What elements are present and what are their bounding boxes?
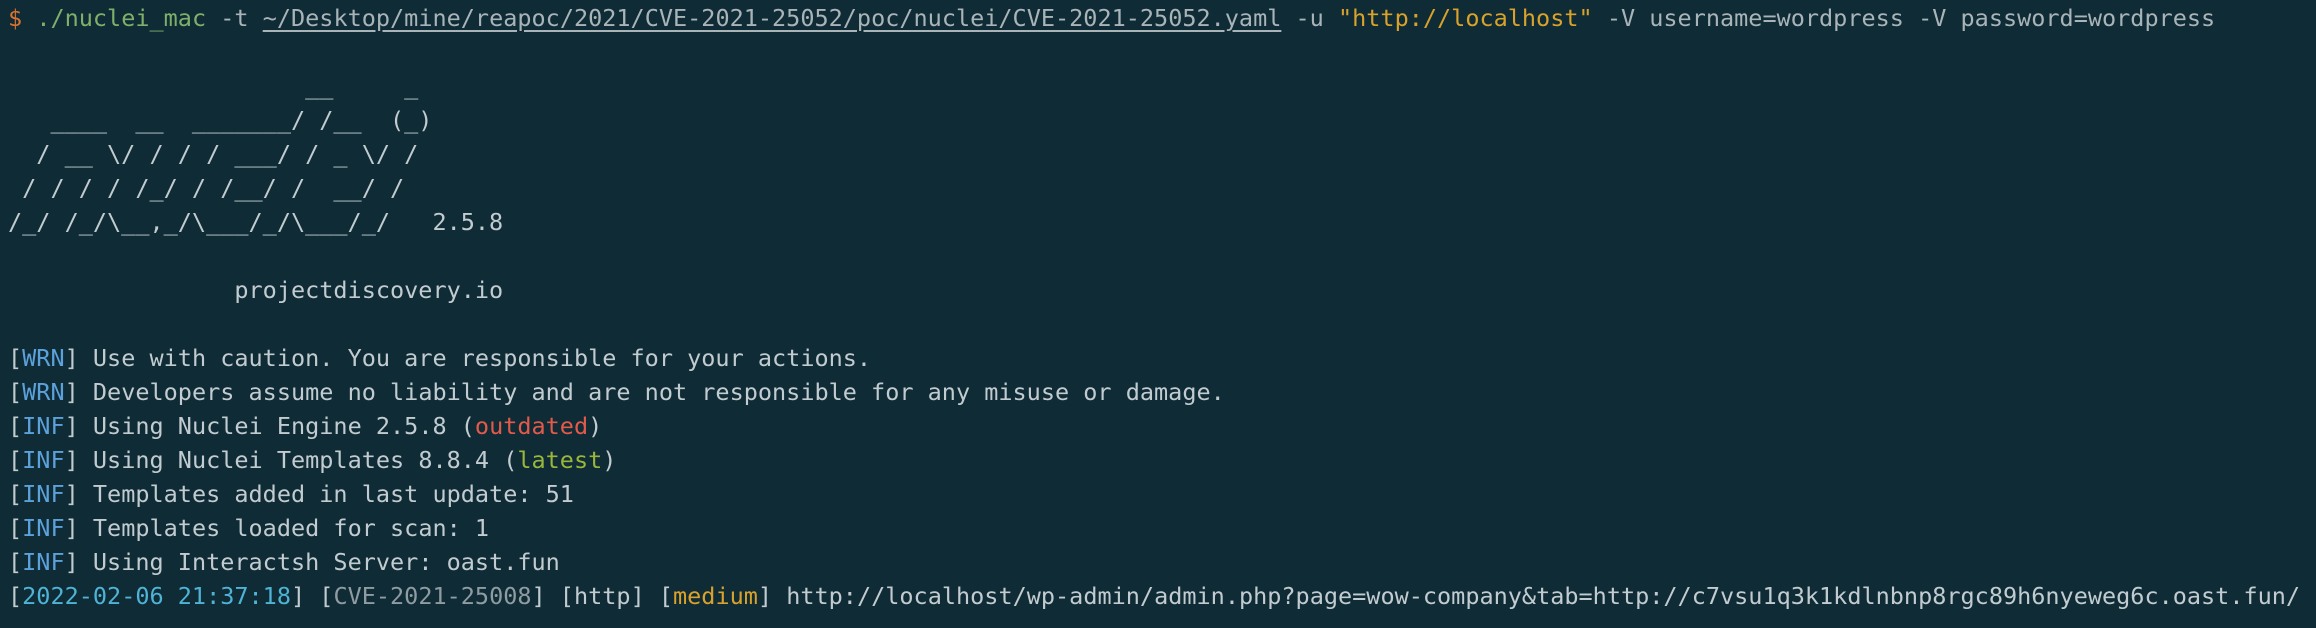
log-level-tag: INF xyxy=(22,548,65,576)
template-flag: -t xyxy=(220,4,249,32)
log-level-tag: INF xyxy=(22,480,65,508)
result-template-id: CVE-2021-25008 xyxy=(333,582,532,610)
log-line: [INF] Templates added in last update: 51 xyxy=(8,480,574,508)
log-line: [WRN] Developers assume no liability and… xyxy=(8,378,1225,406)
result-line: [2022-02-06 21:37:18] [CVE-2021-25008] [… xyxy=(8,582,2301,610)
log-line: [INF] Using Nuclei Engine 2.5.8 (outdate… xyxy=(8,412,603,440)
banner-site-line: projectdiscovery.io xyxy=(8,273,2316,307)
banner-ascii-line: __ _ xyxy=(8,72,419,100)
log-message: Developers assume no liability and are n… xyxy=(92,378,1225,406)
log-message: Use with caution. You are responsible fo… xyxy=(92,344,872,372)
log-level-tag: INF xyxy=(22,514,65,542)
result-protocol: http xyxy=(573,582,631,610)
log-message: ) xyxy=(602,446,617,474)
url-flag: -u xyxy=(1295,4,1324,32)
variable-args: -V username=wordpress -V password=wordpr… xyxy=(1606,4,2216,32)
banner-version: 2.5.8 xyxy=(432,208,504,236)
status-latest: latest xyxy=(517,446,603,474)
log-level-tag: INF xyxy=(22,412,65,440)
log-output: [WRN] Use with caution. You are responsi… xyxy=(8,341,2316,579)
status-outdated: outdated xyxy=(474,412,589,440)
banner-site: projectdiscovery.io xyxy=(234,276,504,304)
banner-ascii-line: ____ __ _______/ /__ (_) xyxy=(8,106,433,134)
result-timestamp: 2022-02-06 21:37:18 xyxy=(22,582,291,610)
banner-ascii-line: / / / / /_/ / /__/ / __/ / xyxy=(8,174,405,202)
target-url-string: "http://localhost" xyxy=(1337,4,1593,32)
command-binary: ./nuclei_mac xyxy=(36,4,207,32)
log-message: ) xyxy=(588,412,603,440)
banner-ascii-line: / __ \/ / / / ___/ / _ \/ / xyxy=(8,140,419,168)
result-severity-badge: medium xyxy=(673,582,758,610)
log-message: Using Nuclei Engine 2.5.8 ( xyxy=(92,412,475,440)
log-level-tag: INF xyxy=(22,446,65,474)
log-level-tag: WRN xyxy=(22,378,65,406)
log-line: [INF] Using Interactsh Server: oast.fun xyxy=(8,548,560,576)
log-line: [WRN] Use with caution. You are responsi… xyxy=(8,344,872,372)
log-message: Templates loaded for scan: 1 xyxy=(92,514,490,542)
banner-last-line: /_/ /_/\__,_/\___/_/\___/_/ 2.5.8 xyxy=(8,205,2316,239)
command-line: $ ./nuclei_mac -t ~/Desktop/mine/reapoc/… xyxy=(8,1,2316,35)
log-line: [INF] Templates loaded for scan: 1 xyxy=(8,514,490,542)
shell-prompt: $ xyxy=(8,4,23,32)
log-message: Templates added in last update: 51 xyxy=(92,480,574,508)
log-level-tag: WRN xyxy=(22,344,65,372)
log-message: Using Nuclei Templates 8.8.4 ( xyxy=(92,446,518,474)
banner-ascii-line: /_/ /_/\__,_/\___/_/\___/_/ xyxy=(8,208,391,236)
template-path-link[interactable]: ~/Desktop/mine/reapoc/2021/CVE-2021-2505… xyxy=(263,4,1282,32)
result-matched-url[interactable]: http://localhost/wp-admin/admin.php?page… xyxy=(786,582,2300,610)
log-line: [INF] Using Nuclei Templates 8.8.4 (late… xyxy=(8,446,617,474)
log-message: Using Interactsh Server: oast.fun xyxy=(92,548,560,576)
terminal-window[interactable]: $ ./nuclei_mac -t ~/Desktop/mine/reapoc/… xyxy=(0,0,2316,628)
